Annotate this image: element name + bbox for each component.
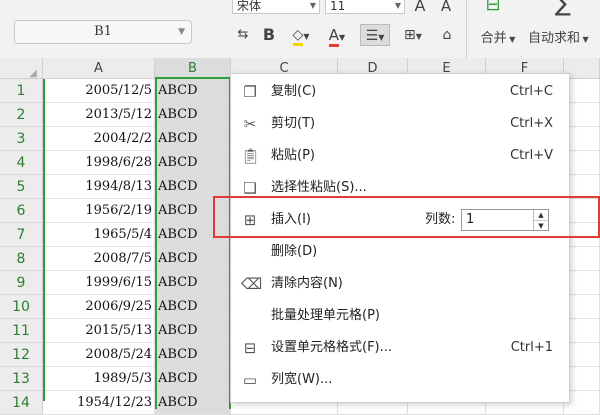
menu-item-label: 清除内容(N) — [271, 276, 343, 291]
cell-a[interactable]: 1999/6/15 — [43, 271, 155, 295]
format-cells-icon: ⊟ — [243, 339, 257, 357]
menu-item-column-width[interactable]: ▭ 列宽(W)... — [231, 364, 569, 396]
row-header[interactable]: 14 — [0, 391, 43, 415]
column-header-b[interactable]: B — [155, 58, 231, 79]
menu-item-label: 设置单元格格式(F)... — [271, 340, 393, 355]
cell-a[interactable]: 1965/5/4 — [43, 223, 155, 247]
menu-item-shortcut: Ctrl+V — [510, 148, 553, 163]
cell-a[interactable]: 1956/2/19 — [43, 199, 155, 223]
menu-item-shortcut: Ctrl+C — [509, 84, 553, 99]
cell-a[interactable]: 2004/2/2 — [43, 127, 155, 151]
menu-item-paste[interactable]: 📋︎ 粘贴(P) Ctrl+V — [231, 140, 569, 172]
row-header[interactable]: 12 — [0, 343, 43, 367]
cell-a[interactable]: 2005/12/5 — [43, 79, 155, 103]
cell-a[interactable]: 2015/5/13 — [43, 319, 155, 343]
decrease-font-button[interactable]: A — [438, 0, 454, 17]
cell-a[interactable]: 2006/9/25 — [43, 295, 155, 319]
corner-triangle-icon: ◢ — [29, 68, 37, 79]
menu-item-cut[interactable]: ✂ 剪切(T) Ctrl+X — [231, 108, 569, 140]
wrap-icon[interactable]: ⇆ — [234, 24, 252, 46]
sum-icon[interactable]: ∑ — [548, 0, 578, 22]
menu-item-label: 复制(C) — [271, 84, 317, 99]
border-grid-icon: ⊞ — [404, 27, 416, 43]
font-name-select[interactable]: 宋体 ▼ — [232, 0, 320, 14]
align-center-icon: ☰ — [365, 28, 379, 44]
row-selection-indicator — [43, 79, 45, 401]
chevron-down-icon: ▼ — [394, 1, 401, 10]
eraser-icon: ⌫ — [241, 275, 263, 293]
merge-button[interactable]: 合并 ▼ — [470, 28, 526, 50]
autosum-button[interactable]: 自动求和 ▼ — [528, 28, 600, 50]
paste-special-icon: ❏ — [243, 179, 257, 197]
scissors-icon: ✂ — [243, 115, 257, 133]
fill-color-button[interactable]: ◇▼ — [286, 24, 316, 46]
row-header[interactable]: 7 — [0, 223, 43, 247]
clipboard-icon: 📋︎ — [241, 147, 261, 165]
chevron-down-icon: ▼ — [309, 1, 316, 10]
name-box-value: B1 — [94, 24, 112, 39]
row-header[interactable]: 9 — [0, 271, 43, 295]
row-header[interactable]: 3 — [0, 127, 43, 151]
menu-item-copy[interactable]: ❐ 复制(C) Ctrl+C — [231, 76, 569, 108]
font-size-value: 11 — [330, 0, 346, 13]
row-header[interactable]: 10 — [0, 295, 43, 319]
clear-format-icon[interactable]: ⌂ — [436, 24, 458, 46]
menu-item-batch-process[interactable]: 批量处理单元格(P) — [231, 300, 569, 332]
context-menu: ❐ 复制(C) Ctrl+C ✂ 剪切(T) Ctrl+X 📋︎ 粘贴(P) C… — [230, 73, 570, 403]
row-header[interactable]: 5 — [0, 175, 43, 199]
row-header[interactable]: 13 — [0, 367, 43, 391]
paint-bucket-icon: ◇ — [292, 27, 304, 46]
row-header[interactable]: 8 — [0, 247, 43, 271]
merge-icon[interactable]: ⊟ — [478, 0, 508, 22]
column-b-selection — [155, 79, 231, 409]
align-button[interactable]: ☰▼ — [360, 24, 390, 46]
font-name-value: 宋体 — [237, 0, 262, 13]
cell-a[interactable]: 2008/7/5 — [43, 247, 155, 271]
cell-a[interactable]: 1954/12/23 — [43, 391, 155, 415]
merge-label: 合并 — [480, 31, 507, 46]
name-box[interactable]: B1 ▼ — [14, 20, 192, 44]
chevron-down-icon[interactable]: ▼ — [178, 21, 185, 43]
divider — [466, 0, 467, 58]
menu-item-label: 删除(D) — [271, 244, 318, 259]
menu-item-clear-contents[interactable]: ⌫ 清除内容(N) — [231, 268, 569, 300]
row-header[interactable]: 6 — [0, 199, 43, 223]
cell-a[interactable]: 2008/5/24 — [43, 343, 155, 367]
cell-a[interactable]: 1998/6/28 — [43, 151, 155, 175]
font-color-button[interactable]: A▼ — [322, 24, 352, 47]
row-header[interactable]: 2 — [0, 103, 43, 127]
copy-icon: ❐ — [243, 83, 257, 101]
menu-item-shortcut: Ctrl+1 — [510, 340, 553, 355]
cell-a[interactable]: 2013/5/12 — [43, 103, 155, 127]
cell-a[interactable]: 1994/8/13 — [43, 175, 155, 199]
cell-a[interactable]: 1989/5/3 — [43, 367, 155, 391]
column-header-a[interactable]: A — [43, 58, 155, 79]
font-size-select[interactable]: 11 ▼ — [325, 0, 405, 14]
autosum-label: 自动求和 — [528, 31, 581, 46]
select-all-corner[interactable]: ◢ — [0, 58, 43, 79]
highlight-annotation — [213, 196, 600, 238]
menu-item-format-cells[interactable]: ⊟ 设置单元格格式(F)... Ctrl+1 — [231, 332, 569, 364]
menu-item-label: 剪切(T) — [271, 116, 316, 131]
row-header[interactable]: 1 — [0, 79, 43, 103]
menu-item-delete[interactable]: 删除(D) — [231, 236, 569, 268]
row-header[interactable]: 11 — [0, 319, 43, 343]
menu-item-label: 列宽(W)... — [271, 372, 333, 387]
menu-item-label: 粘贴(P) — [271, 148, 315, 163]
column-width-icon: ▭ — [242, 371, 258, 389]
borders-button[interactable]: ⊞▼ — [398, 24, 428, 46]
font-color-icon: A — [328, 26, 340, 47]
ribbon-toolbar: B1 ▼ 宋体 ▼ 11 ▼ A A ⇆ B ◇▼ A▼ ☰▼ ⊞▼ ⌂ ⊟ 合… — [0, 0, 600, 59]
menu-item-label: 批量处理单元格(P) — [271, 308, 380, 323]
bold-button[interactable]: B — [260, 24, 278, 46]
menu-item-shortcut: Ctrl+X — [510, 116, 553, 131]
increase-font-button[interactable]: A — [412, 0, 428, 17]
row-header[interactable]: 4 — [0, 151, 43, 175]
